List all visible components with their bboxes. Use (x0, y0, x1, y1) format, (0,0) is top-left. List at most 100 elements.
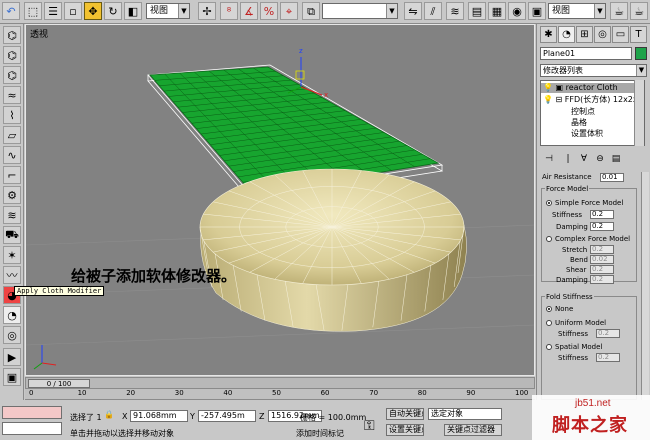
spatial-stiffness-spinner[interactable]: 0.2 (596, 353, 620, 362)
selection-set-dropdown[interactable]: 选定对象 (428, 408, 502, 420)
auto-key-button[interactable]: 自动关键点 (386, 408, 424, 420)
maxscript-listener[interactable] (2, 406, 62, 419)
select-and-scale-icon[interactable]: ◧ (124, 2, 142, 20)
time-slider-thumb[interactable]: 0 / 100 (28, 379, 90, 388)
soft-body-icon[interactable]: ⌬ (3, 66, 21, 84)
create-animation-icon[interactable]: ▣ (3, 368, 21, 386)
object-color-swatch[interactable] (635, 47, 647, 60)
key-icon[interactable]: ⚿ (364, 418, 375, 434)
modifier-list-dropdown[interactable]: 修改器列表 ▼ (540, 64, 647, 77)
select-and-move-icon[interactable]: ✥ (84, 2, 102, 20)
water-icon[interactable]: 〰 (3, 266, 21, 284)
key-filters-button[interactable]: 关键点过滤器 (444, 424, 502, 436)
named-selection-dropdown[interactable]: ▼ (322, 3, 398, 19)
panel-scrollbar[interactable] (641, 172, 649, 400)
toy-car-icon[interactable]: ⛟ (3, 226, 21, 244)
track-bar[interactable]: 0 10 20 30 40 50 60 70 80 90 100 (25, 389, 535, 400)
named-selection-icon[interactable]: ⧉ (302, 2, 320, 20)
complex-force-radio[interactable] (546, 236, 552, 242)
rope-collection-icon[interactable]: ≈ (3, 86, 21, 104)
damping2-spinner[interactable]: 0.2 (590, 275, 614, 284)
remove-modifier-icon[interactable]: ⊖ (593, 152, 607, 166)
angle-snap-icon[interactable]: ∡ (240, 2, 258, 20)
stiffness-spinner[interactable]: 0.2 (590, 210, 614, 219)
schematic-view-icon[interactable]: ▦ (488, 2, 506, 20)
stack-item-control-points[interactable]: 控制点 (571, 107, 595, 117)
wind-icon[interactable]: ≋ (3, 206, 21, 224)
simple-force-radio[interactable] (546, 200, 552, 206)
deforming-mesh-icon[interactable]: ⌇ (3, 106, 21, 124)
set-key-button[interactable]: 设置关键点 (386, 424, 424, 436)
material-editor-icon[interactable]: ◉ (508, 2, 526, 20)
spatial-model-radio[interactable] (546, 344, 552, 350)
apply-cloth-modifier-icon[interactable]: ◔ (3, 306, 21, 324)
uniform-stiffness-spinner[interactable]: 0.2 (596, 329, 620, 338)
render-last-icon[interactable]: ☕ (630, 2, 648, 20)
snap-icon[interactable]: ⁸ (220, 2, 238, 20)
shear-spinner[interactable]: 0.2 (590, 265, 614, 274)
modifier-stack[interactable]: 💡 ▣ reactor Cloth 💡 ⊟ FFD(长方体) 12x2x 控制点… (540, 80, 645, 146)
maxscript-mini-listener[interactable] (2, 422, 62, 435)
utilities-tab-icon[interactable]: T (630, 26, 647, 43)
uniform-model-radio[interactable] (546, 320, 552, 326)
lock-selection-icon[interactable]: 🔒 (104, 410, 114, 419)
motor-icon[interactable]: ⚙ (3, 186, 21, 204)
align-icon[interactable]: ⫽ (424, 2, 442, 20)
make-unique-icon[interactable]: ∀ (577, 152, 591, 166)
preview-animation-icon[interactable]: ▶ (3, 348, 21, 366)
scene-canvas: z x (26, 47, 534, 370)
stretch-spinner[interactable]: 0.2 (590, 245, 614, 254)
pin-stack-icon[interactable]: ⊣ (542, 152, 556, 166)
fracture-icon[interactable]: ✶ (3, 246, 21, 264)
bend-spinner[interactable]: 0.02 (590, 255, 614, 264)
render-type-dropdown[interactable]: 视图 ▼ (548, 3, 606, 19)
stack-item-ffd[interactable]: 💡 ⊟ FFD(长方体) 12x2x (543, 95, 638, 105)
stack-item-label: 晶格 (571, 118, 587, 127)
add-time-tag[interactable]: 添加时间标记 (296, 428, 344, 439)
show-end-result-icon[interactable]: | (561, 152, 575, 166)
mirror-icon[interactable]: ⇋ (404, 2, 422, 20)
spring-icon[interactable]: ∿ (3, 146, 21, 164)
percent-snap-icon[interactable]: % (260, 2, 278, 20)
fold-stiffness-title: Fold Stiffness (545, 293, 594, 301)
cloth-collection-icon[interactable]: ⌬ (3, 46, 21, 64)
select-object-icon[interactable]: ⬚ (24, 2, 42, 20)
rigid-body-icon[interactable]: ⌬ (3, 26, 21, 44)
damping-spinner[interactable]: 0.2 (590, 222, 614, 231)
z-label: Z (259, 412, 265, 421)
layer-manager-icon[interactable]: ≋ (446, 2, 464, 20)
stack-scrollbar[interactable] (634, 80, 644, 146)
motion-tab-icon[interactable]: ◎ (594, 26, 611, 43)
reference-coordinate-dropdown[interactable]: 视图 ▼ (146, 3, 190, 19)
fold-none-radio[interactable] (546, 306, 552, 312)
undo-icon[interactable]: ↶ (2, 2, 20, 20)
chevron-down-icon: ▼ (178, 4, 189, 18)
apply-rope-icon[interactable]: ◎ (3, 326, 21, 344)
y-coordinate-field[interactable]: -257.495m (198, 410, 256, 422)
select-and-rotate-icon[interactable]: ↻ (104, 2, 122, 20)
display-tab-icon[interactable]: ▭ (612, 26, 629, 43)
render-setup-icon[interactable]: ▣ (528, 2, 546, 20)
create-tab-icon[interactable]: ✱ (540, 26, 557, 43)
object-name-field[interactable]: Plane01 (540, 47, 632, 60)
region-select-icon[interactable]: ▫ (64, 2, 82, 20)
pivot-icon[interactable]: ✢ (198, 2, 216, 20)
stack-item-lattice[interactable]: 晶格 (571, 118, 587, 128)
spinner-snap-icon[interactable]: ⌖ (280, 2, 298, 20)
time-slider[interactable]: 0 / 100 (25, 377, 535, 389)
plane-icon[interactable]: ▱ (3, 126, 21, 144)
curve-editor-icon[interactable]: ▤ (468, 2, 486, 20)
select-by-name-icon[interactable]: ☰ (44, 2, 62, 20)
configure-sets-icon[interactable]: ▤ (609, 152, 623, 166)
x-coordinate-field[interactable]: 91.068mm (130, 410, 188, 422)
spatial-model-label: Spatial Model (555, 343, 603, 351)
quick-render-icon[interactable]: ☕ (610, 2, 628, 20)
dashpot-icon[interactable]: ⌐ (3, 166, 21, 184)
stack-item-set-volume[interactable]: 设置体积 (571, 129, 603, 139)
air-resistance-spinner[interactable]: 0.01 (600, 173, 624, 182)
hierarchy-tab-icon[interactable]: ⊞ (576, 26, 593, 43)
modify-tab-icon[interactable]: ◔ (558, 26, 575, 43)
stack-item-reactor-cloth[interactable]: 💡 ▣ reactor Cloth (541, 83, 644, 93)
perspective-viewport[interactable]: 透视 z x 给被子添加软体修改器。 (25, 24, 535, 376)
cushion-object[interactable] (199, 168, 467, 332)
